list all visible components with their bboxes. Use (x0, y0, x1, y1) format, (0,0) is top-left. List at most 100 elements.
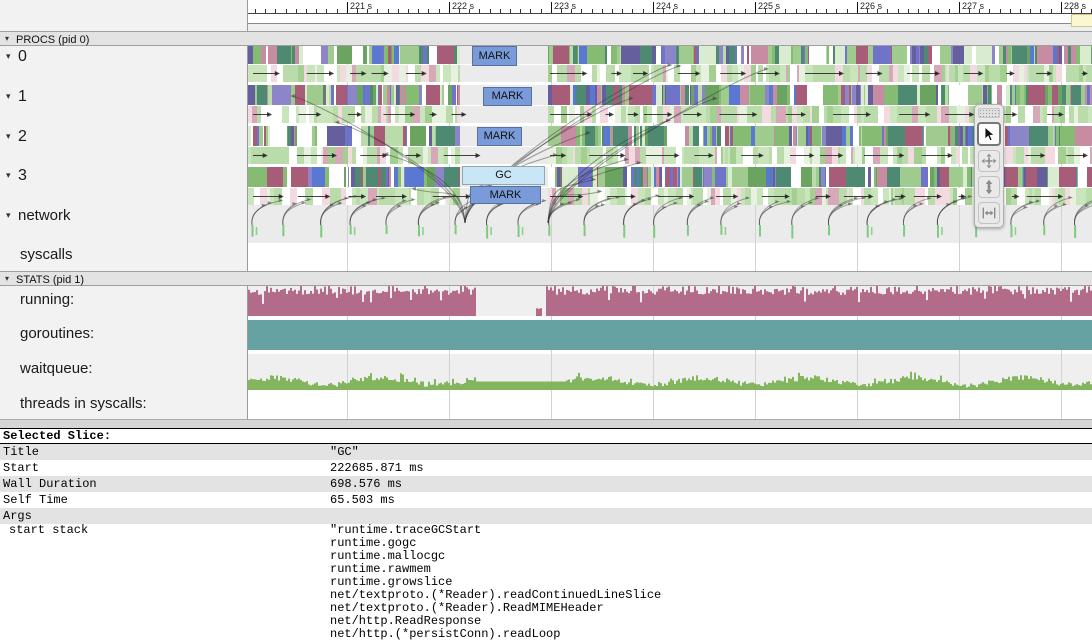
view-range-marker[interactable] (1071, 14, 1092, 27)
ruler-minor-tick (989, 9, 990, 13)
mark-slice[interactable]: MARK (477, 127, 522, 146)
collapse-triangle-icon[interactable]: ▾ (0, 32, 16, 45)
palette-drag-handle[interactable] (978, 108, 1000, 118)
pan-tool-button[interactable] (978, 150, 1000, 172)
ruler-minor-tick (826, 9, 827, 13)
ruler-major-tick (551, 2, 552, 13)
collapse-triangle-icon[interactable]: ▾ (0, 272, 16, 285)
ruler-minor-tick (306, 9, 307, 13)
mark-slice[interactable]: MARK (472, 46, 517, 66)
ruler-minor-tick (643, 9, 644, 13)
stats-section-header[interactable]: ▾STATS (pid 1) (0, 271, 1092, 286)
proc-label: 1 (18, 88, 27, 105)
timing-measure-icon (981, 205, 997, 221)
sidebar-item-proc0[interactable]: ▾0 (0, 48, 247, 66)
ruler-minor-tick (541, 9, 542, 13)
trace-viewer: 221 s222 s223 s224 s225 s226 s227 s228 s… (0, 0, 1092, 643)
ruler-tick-label: 226 s (860, 1, 882, 11)
track-label: threads in syscalls: (20, 395, 147, 412)
track-label-sidebar: ▾0 ▾1 ▾2 ▾3 ▾network syscalls running: g… (0, 0, 248, 419)
ruler-major-tick (755, 2, 756, 13)
ruler-minor-tick (836, 9, 837, 13)
field-label: start stack (9, 524, 88, 537)
ruler-minor-tick (581, 9, 582, 13)
field-value: 65.503 ms (330, 492, 395, 508)
running-graph (248, 285, 1092, 316)
ruler-minor-tick (622, 9, 623, 13)
sidebar-item-proc2[interactable]: ▾2 (0, 128, 247, 146)
ruler-minor-tick (1040, 9, 1041, 13)
field-value: 698.576 ms (330, 476, 402, 492)
collapse-triangle-icon[interactable]: ▾ (0, 170, 18, 181)
ruler-minor-tick (265, 9, 266, 13)
ruler-tick-label: 228 s (1064, 1, 1086, 11)
sidebar-item-syscalls[interactable]: syscalls (20, 246, 267, 264)
ruler-minor-tick (745, 9, 746, 13)
track-label: network (18, 207, 71, 224)
ruler-tick-label: 222 s (452, 1, 474, 11)
sidebar-item-waitqueue[interactable]: waitqueue: (20, 360, 267, 378)
collapse-triangle-icon[interactable]: ▾ (0, 91, 18, 102)
ruler-minor-tick (806, 9, 807, 13)
ruler-minor-tick (296, 9, 297, 13)
track-label: goroutines: (20, 325, 94, 342)
selection-tool-button[interactable] (977, 122, 1001, 146)
ruler-minor-tick (377, 9, 378, 13)
goroutines-graph (248, 320, 1092, 350)
sidebar-item-network[interactable]: ▾network (0, 207, 247, 225)
timing-tool-button[interactable] (978, 202, 1000, 224)
ruler-minor-tick (592, 9, 593, 13)
ruler-major-tick (1061, 2, 1062, 13)
ruler-tick-label: 223 s (554, 1, 576, 11)
slice-row-args: Args (0, 508, 1092, 524)
pan-arrows-icon (981, 153, 997, 169)
mark-slice[interactable]: MARK (483, 87, 532, 106)
proc-label: 2 (18, 128, 27, 145)
ruler-underlay (248, 24, 1092, 31)
ruler-minor-tick (275, 9, 276, 13)
gc-slice-selected[interactable]: GC (462, 166, 545, 185)
sidebar-item-proc1[interactable]: ▾1 (0, 88, 247, 106)
ruler-minor-tick (1020, 9, 1021, 13)
ruler-minor-tick (898, 9, 899, 13)
stack-frame: net/http.(*persistConn).readLoop (330, 628, 560, 641)
ruler-minor-tick (418, 9, 419, 13)
slice-row-title: Title "GC" (0, 444, 1092, 460)
ruler-minor-tick (428, 9, 429, 13)
procs-section-header[interactable]: ▾PROCS (pid 0) (0, 31, 1092, 46)
ruler-tick-label: 227 s (962, 1, 984, 11)
slice-row-wall-duration: Wall Duration 698.576 ms (0, 476, 1092, 492)
slice-row-start-stack: start stack "runtime.traceGCStart runtim… (0, 524, 1092, 643)
ruler-minor-tick (632, 9, 633, 13)
ruler-minor-tick (694, 9, 695, 13)
sidebar-item-proc3[interactable]: ▾3 (0, 167, 247, 185)
stats-section-label: STATS (pid 1) (16, 274, 84, 286)
field-label: Wall Duration (3, 476, 97, 492)
field-value: "GC" (330, 444, 359, 460)
collapse-triangle-icon[interactable]: ▾ (0, 131, 18, 142)
ruler-minor-tick (326, 9, 327, 13)
stats-track-canvas[interactable] (248, 31, 1092, 419)
ruler-minor-tick (938, 9, 939, 13)
mark-slice[interactable]: MARK (470, 186, 541, 204)
collapse-triangle-icon[interactable]: ▾ (0, 51, 18, 62)
ruler-minor-tick (510, 9, 511, 13)
field-label: Args (3, 508, 32, 524)
zoom-tool-button[interactable] (978, 176, 1000, 198)
track-label: syscalls (20, 246, 73, 263)
sidebar-item-threads[interactable]: threads in syscalls: (20, 395, 267, 413)
ruler-minor-tick (785, 9, 786, 13)
time-ruler[interactable]: 221 s222 s223 s224 s225 s226 s227 s228 s (248, 0, 1092, 14)
ruler-minor-tick (724, 9, 725, 13)
ruler-overview-strip[interactable] (248, 14, 1092, 24)
ruler-minor-tick (1030, 9, 1031, 13)
track-label: running: (20, 291, 74, 308)
ruler-minor-tick (928, 9, 929, 13)
ruler-major-tick (449, 2, 450, 13)
collapse-triangle-icon[interactable]: ▾ (0, 210, 18, 221)
sidebar-item-goroutines[interactable]: goroutines: (20, 325, 267, 343)
sidebar-item-running[interactable]: running: (20, 291, 267, 309)
cursor-arrow-icon (981, 126, 997, 142)
ruler-minor-tick (704, 9, 705, 13)
field-label: Title (3, 444, 39, 460)
